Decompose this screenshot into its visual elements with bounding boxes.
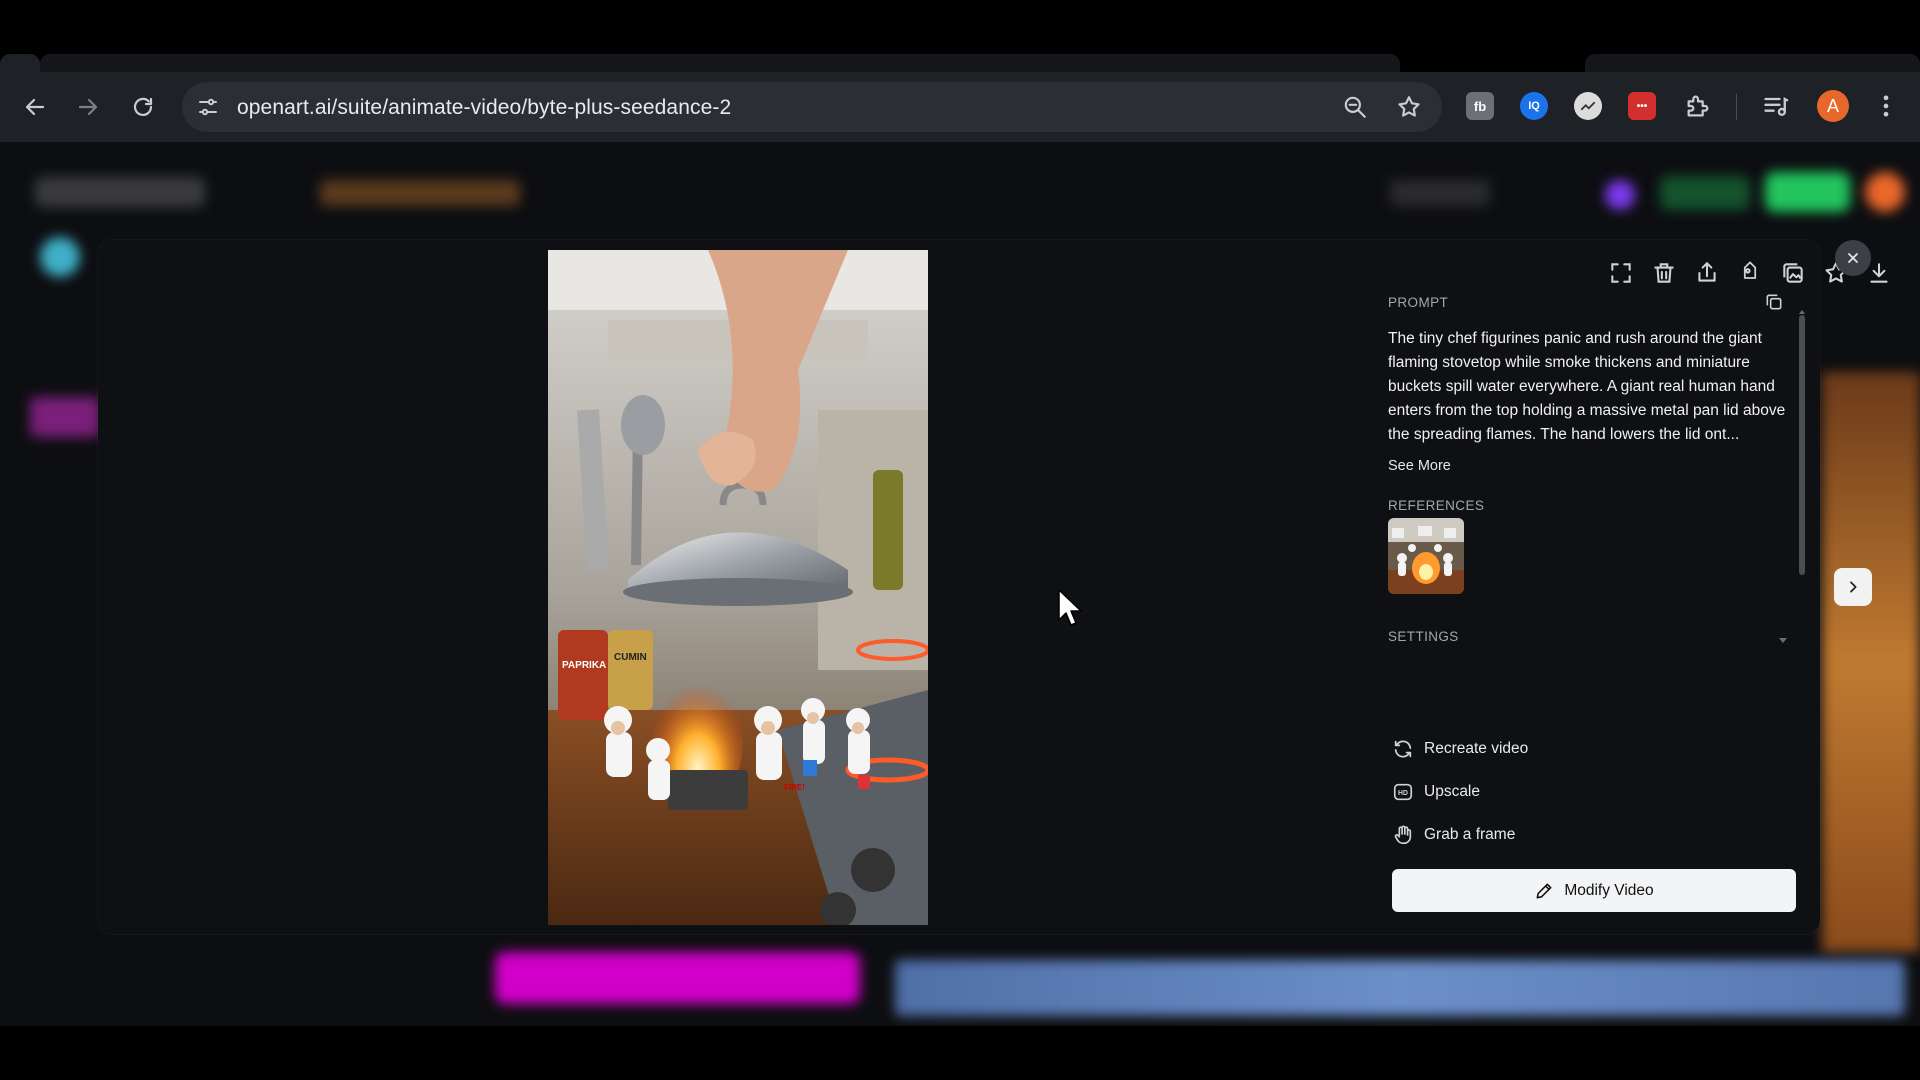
header-upgrade-blur: [1765, 172, 1850, 212]
grab-frame-button[interactable]: Grab a frame: [1392, 822, 1515, 848]
refresh-icon: [1394, 740, 1412, 758]
scroll-up-arrow[interactable]: [1799, 302, 1805, 314]
profile-avatar[interactable]: A: [1817, 90, 1849, 122]
back-button[interactable]: [17, 89, 53, 125]
fb-extension-icon[interactable]: fb: [1466, 92, 1494, 120]
tag-icon[interactable]: [1737, 260, 1763, 286]
star-icon[interactable]: [1396, 94, 1422, 120]
upscale-label: Upscale: [1424, 783, 1480, 800]
puzzle-icon[interactable]: [1684, 92, 1712, 120]
media-control-icon[interactable]: [1762, 92, 1790, 120]
share-icon[interactable]: [1694, 260, 1720, 286]
prompt-text: The tiny chef figurines panic and rush a…: [1388, 330, 1786, 443]
toolbar-divider: [1736, 94, 1737, 120]
header-promo-blur: [320, 180, 520, 206]
recreate-video-label: Recreate video: [1424, 740, 1529, 757]
tab-active[interactable]: [40, 54, 1400, 72]
header-item-blur: [1390, 180, 1490, 206]
panel-scrollbar[interactable]: [1799, 315, 1805, 575]
fullscreen-icon[interactable]: [1608, 260, 1634, 286]
tab-strip: [0, 54, 1920, 72]
url-text[interactable]: openart.ai/suite/animate-video/byte-plus…: [237, 96, 731, 120]
reference-image: [1388, 518, 1464, 594]
kebab-menu-icon[interactable]: [1872, 92, 1900, 120]
header-avatar-blur: [1865, 172, 1905, 212]
close-modal-button[interactable]: [1835, 240, 1871, 276]
browser-toolbar: openart.ai/suite/animate-video/byte-plus…: [0, 72, 1920, 142]
hand-grab-icon: [1394, 825, 1412, 845]
grab-frame-label: Grab a frame: [1424, 826, 1516, 843]
site-settings-icon[interactable]: [196, 95, 220, 119]
modify-video-label: Modify Video: [1564, 881, 1654, 899]
gallery-strip-blur: [895, 960, 1905, 1016]
video-preview[interactable]: PAPRIKA CUMIN FIRE!: [548, 250, 928, 925]
video-detail-modal: PAPRIKA CUMIN FIRE! PROMPT The tiny chef…: [98, 240, 1888, 934]
chevron-down-icon[interactable]: [1778, 635, 1788, 645]
copy-icon[interactable]: [1764, 292, 1784, 312]
gallery-add-icon[interactable]: [1780, 260, 1806, 286]
chart-extension-icon[interactable]: [1574, 92, 1602, 120]
header-badge-blur: [1605, 180, 1635, 210]
cumin-label: CUMIN: [614, 652, 647, 663]
mouse-cursor-icon: [1058, 589, 1082, 626]
site-logo-blur: [35, 177, 205, 207]
trend-icon: [1580, 101, 1596, 111]
next-item-button[interactable]: [1834, 568, 1872, 606]
arrow-left-icon: [25, 98, 45, 116]
recreate-video-button[interactable]: Recreate video: [1392, 736, 1528, 762]
bottom-bar: [0, 1026, 1920, 1080]
settings-label[interactable]: SETTINGS: [1388, 629, 1459, 644]
scrollbar-thumb[interactable]: [1799, 315, 1805, 575]
modify-video-button[interactable]: Modify Video: [1392, 869, 1796, 912]
fire-sign-label: FIRE!: [784, 783, 805, 792]
reload-button[interactable]: [125, 89, 161, 125]
paprika-label: PAPRIKA: [562, 660, 606, 671]
right-thumbnail-blur: [1822, 372, 1920, 952]
dots-extension-icon[interactable]: •••: [1628, 92, 1656, 120]
chevron-right-icon: [1850, 581, 1857, 593]
references-label: REFERENCES: [1388, 498, 1485, 513]
video-frame-illustration: PAPRIKA CUMIN FIRE!: [548, 250, 928, 925]
top-bar: [0, 0, 1920, 54]
pencil-icon: [1536, 883, 1552, 898]
zoom-icon[interactable]: [1342, 94, 1368, 120]
hd-icon: HD: [1393, 783, 1413, 801]
header-credit-blur: [1660, 176, 1750, 210]
sidebar-active-blur: [30, 397, 100, 437]
tab-edge-left[interactable]: [0, 54, 40, 72]
upscale-button[interactable]: HD Upscale: [1392, 779, 1480, 805]
forward-button[interactable]: [70, 89, 106, 125]
close-icon: [1848, 253, 1858, 263]
iq-extension-icon[interactable]: IQ: [1520, 92, 1548, 120]
hd-badge-text: HD: [1398, 790, 1408, 797]
generate-button-blur: [495, 952, 860, 1004]
arrow-right-icon: [78, 98, 98, 116]
see-more-link[interactable]: See More: [1388, 458, 1451, 474]
sidebar-icon-blur: [40, 237, 80, 277]
reload-icon: [133, 97, 153, 116]
trash-icon[interactable]: [1651, 260, 1677, 286]
prompt-label: PROMPT: [1388, 295, 1449, 310]
address-bar[interactable]: openart.ai/suite/animate-video/byte-plus…: [182, 82, 1442, 132]
tab-right[interactable]: [1585, 54, 1920, 72]
reference-thumbnail[interactable]: [1388, 518, 1464, 594]
